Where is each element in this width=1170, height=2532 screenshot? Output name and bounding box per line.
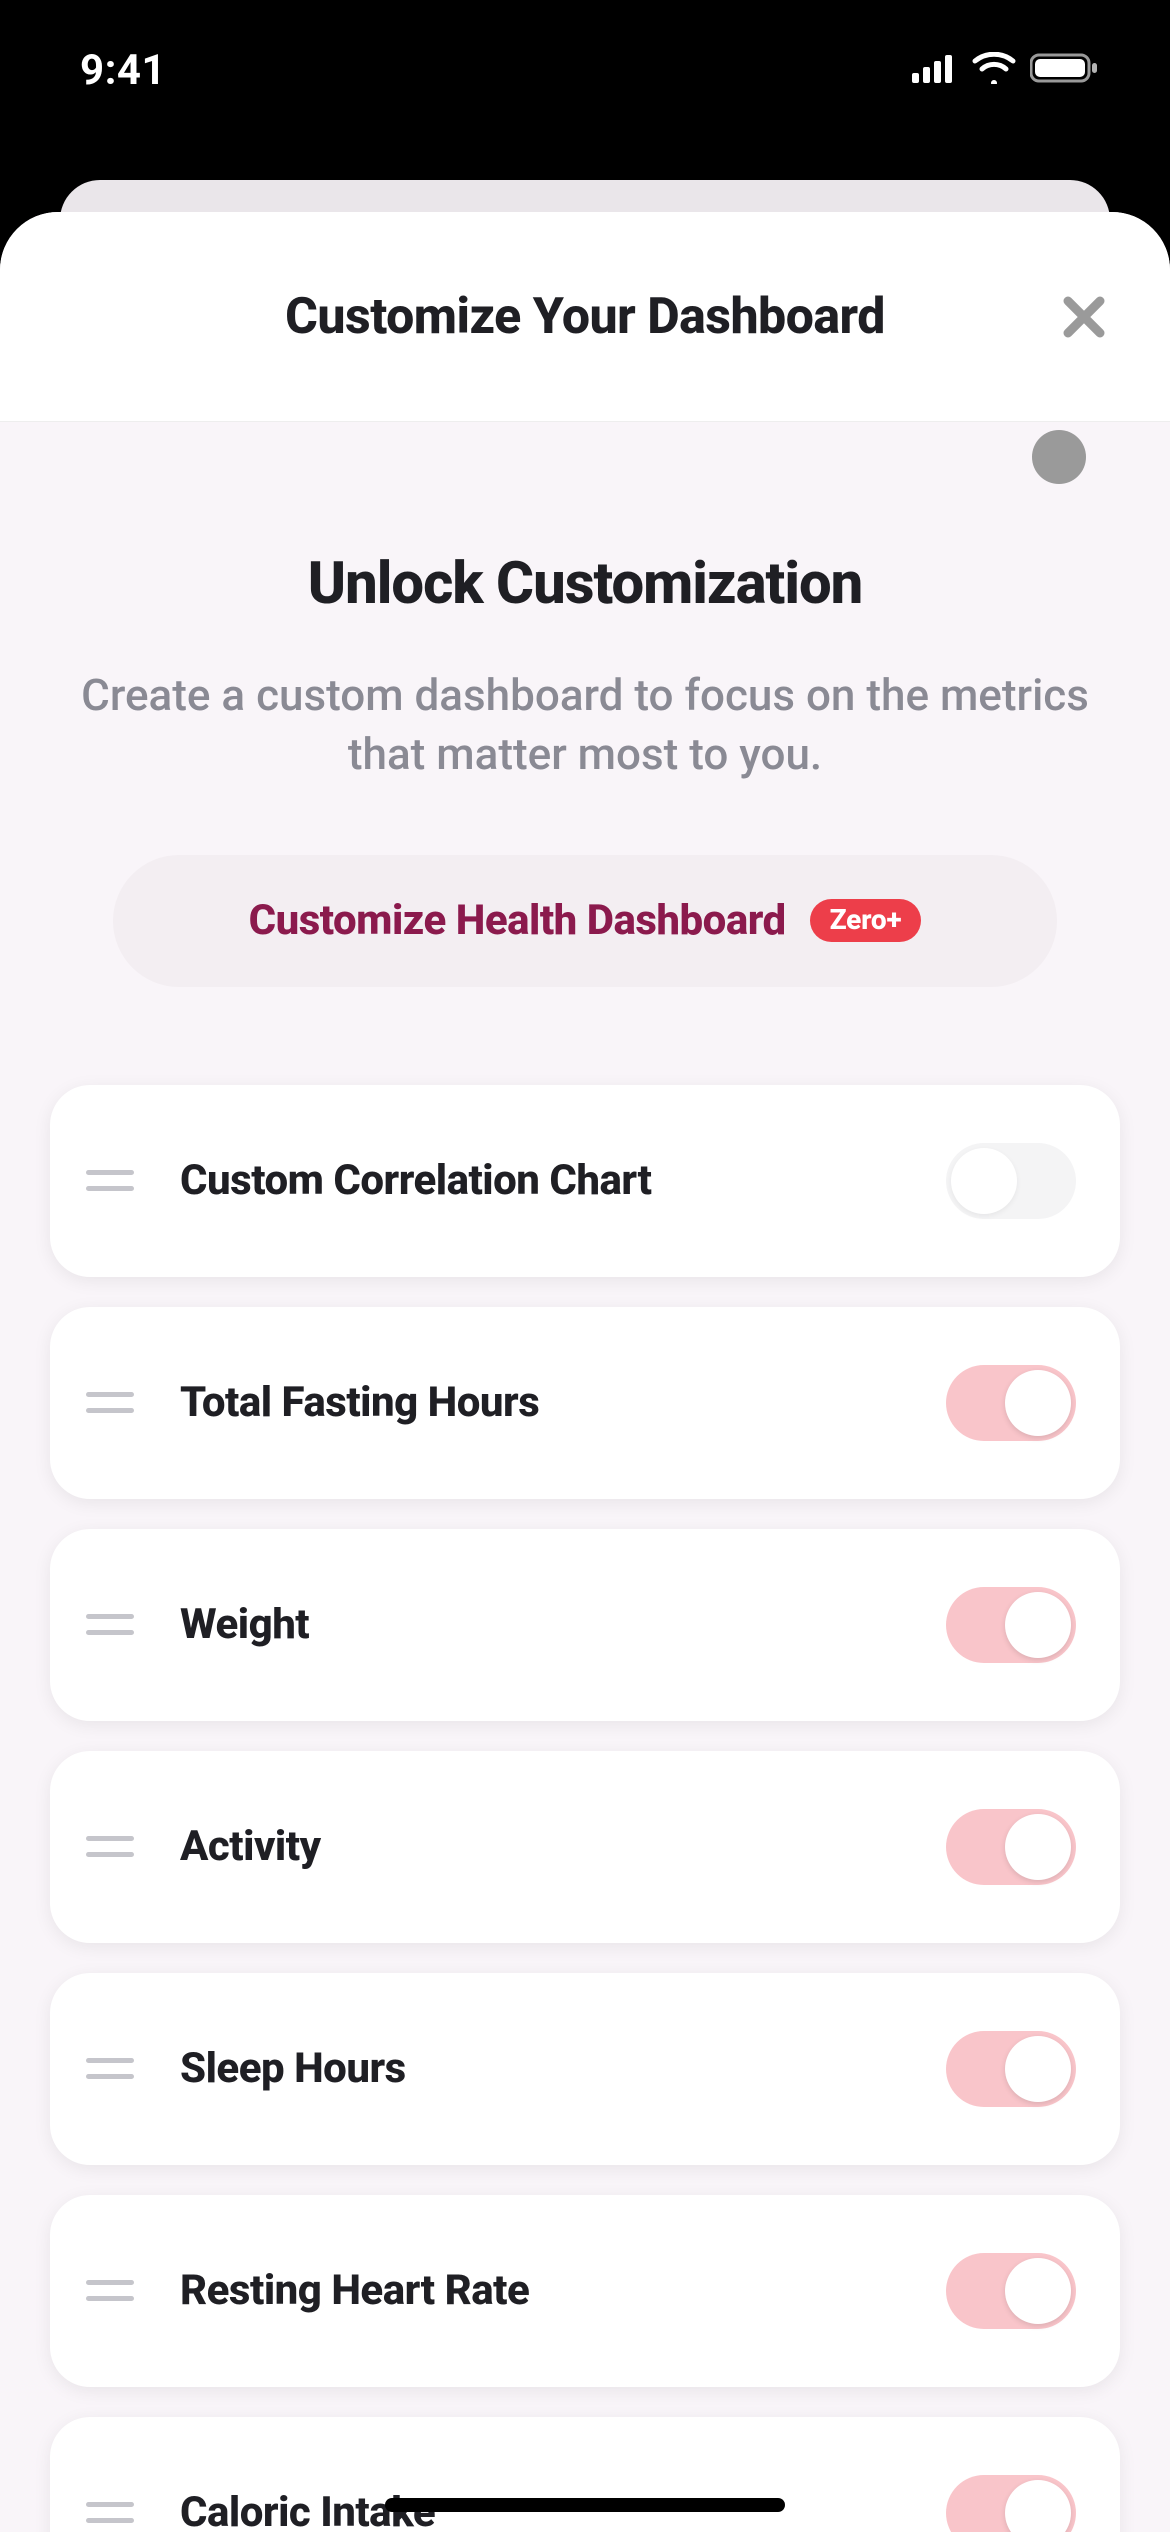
close-icon bbox=[1060, 293, 1108, 341]
drag-handle-icon[interactable] bbox=[86, 1601, 134, 1649]
metric-toggle[interactable] bbox=[946, 1365, 1076, 1441]
promo-title: Unlock Customization bbox=[50, 550, 1120, 618]
status-time: 9:41 bbox=[80, 46, 166, 95]
promo-subtitle: Create a custom dashboard to focus on th… bbox=[50, 666, 1120, 785]
drag-handle-icon[interactable] bbox=[86, 1823, 134, 1871]
list-item: Resting Heart Rate bbox=[50, 2195, 1120, 2387]
wifi-icon bbox=[972, 52, 1016, 88]
metric-toggle[interactable] bbox=[946, 2031, 1076, 2107]
metric-toggle[interactable] bbox=[946, 1809, 1076, 1885]
sheet-title: Customize Your Dashboard bbox=[285, 288, 885, 346]
close-button[interactable] bbox=[1054, 287, 1114, 347]
metric-toggle[interactable] bbox=[946, 1587, 1076, 1663]
metric-label: Activity bbox=[180, 1822, 946, 1871]
customize-cta-label: Customize Health Dashboard bbox=[249, 896, 786, 945]
drag-handle-icon[interactable] bbox=[86, 2267, 134, 2315]
list-item: Sleep Hours bbox=[50, 1973, 1120, 2165]
list-item: Activity bbox=[50, 1751, 1120, 1943]
metric-toggle[interactable] bbox=[946, 2475, 1076, 2532]
battery-icon bbox=[1030, 52, 1100, 88]
list-item: Weight bbox=[50, 1529, 1120, 1721]
list-item: Custom Correlation Chart bbox=[50, 1085, 1120, 1277]
metric-label: Sleep Hours bbox=[180, 2044, 946, 2093]
home-indicator[interactable] bbox=[385, 2498, 785, 2512]
metric-label: Custom Correlation Chart bbox=[180, 1156, 946, 1205]
sheet-header: Customize Your Dashboard bbox=[0, 212, 1170, 422]
metric-label: Total Fasting Hours bbox=[180, 1378, 946, 1427]
list-item: Caloric Intake bbox=[50, 2417, 1120, 2532]
zero-plus-badge: Zero+ bbox=[810, 899, 922, 942]
drag-handle-icon[interactable] bbox=[86, 1379, 134, 1427]
drag-handle-icon[interactable] bbox=[86, 1157, 134, 1205]
drag-handle-icon[interactable] bbox=[86, 2489, 134, 2532]
drag-handle-icon[interactable] bbox=[86, 2045, 134, 2093]
metric-label: Weight bbox=[180, 1600, 946, 1649]
metric-label: Resting Heart Rate bbox=[180, 2266, 946, 2315]
status-icons bbox=[912, 52, 1100, 88]
cellular-icon bbox=[912, 53, 958, 87]
promo-section: Unlock Customization Create a custom das… bbox=[50, 422, 1120, 987]
customize-cta-button[interactable]: Customize Health Dashboard Zero+ bbox=[113, 855, 1057, 987]
promo-indicator-dot bbox=[1032, 430, 1086, 484]
status-bar: 9:41 bbox=[0, 0, 1170, 140]
list-item: Total Fasting Hours bbox=[50, 1307, 1120, 1499]
metric-toggle[interactable] bbox=[946, 2253, 1076, 2329]
customize-dashboard-sheet: Customize Your Dashboard Unlock Customiz… bbox=[0, 212, 1170, 2532]
sheet-content: Unlock Customization Create a custom das… bbox=[0, 422, 1170, 2532]
metric-toggle[interactable] bbox=[946, 1143, 1076, 1219]
metrics-list: Custom Correlation Chart Total Fasting H… bbox=[50, 1085, 1120, 2532]
